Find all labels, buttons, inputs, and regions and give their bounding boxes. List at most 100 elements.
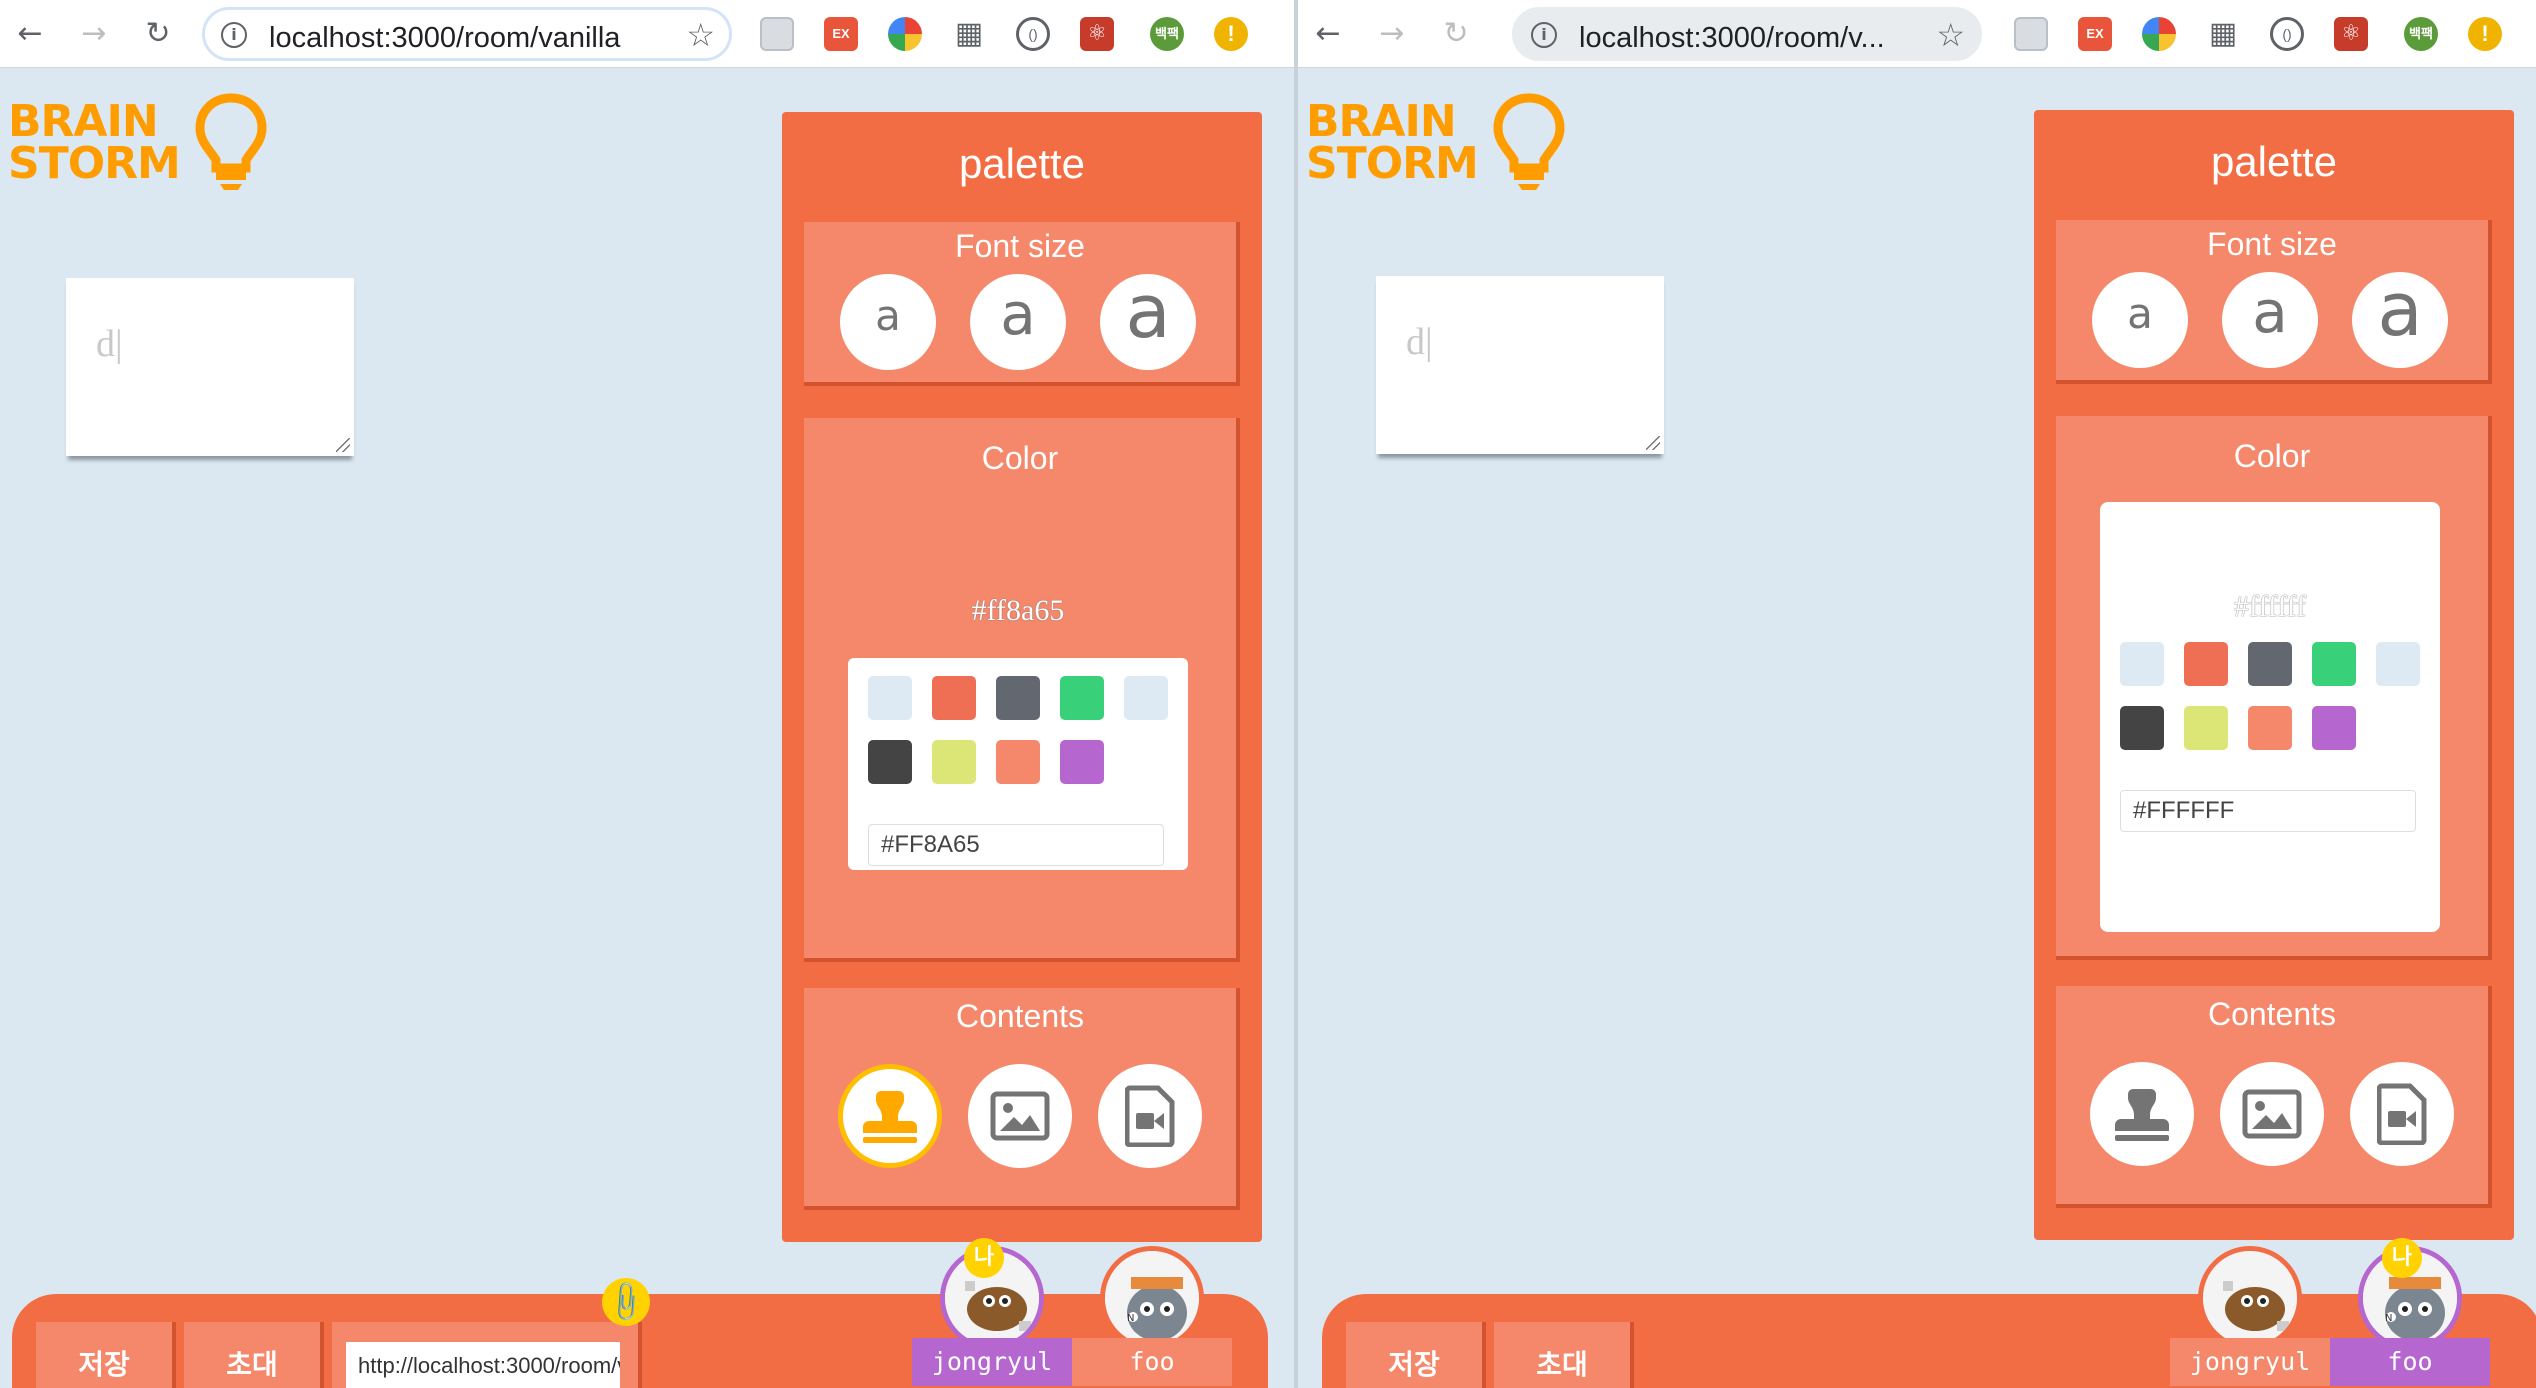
font-size-medium-button[interactable]: a: [970, 274, 1066, 370]
add-video-button[interactable]: [2350, 1062, 2454, 1166]
font-size-large-button[interactable]: a: [1100, 274, 1196, 370]
crop-extension-icon[interactable]: ▦: [952, 17, 986, 51]
brainstorm-logo: BRAIN STORM: [1306, 93, 1566, 192]
color-swatch[interactable]: [932, 740, 976, 784]
add-stamp-button[interactable]: [838, 1064, 942, 1168]
add-video-button[interactable]: [1098, 1064, 1202, 1168]
profile-avatar-icon[interactable]: 백팩: [2404, 17, 2438, 51]
invite-link-input[interactable]: http://localhost:3000/room/vanilla: [346, 1342, 620, 1388]
save-button[interactable]: 저장: [1346, 1322, 1486, 1388]
memo-text[interactable]: d|: [1406, 320, 1433, 364]
cast-extension-icon[interactable]: [2014, 17, 2048, 51]
invite-button[interactable]: 초대: [184, 1322, 324, 1388]
react-devtools-icon[interactable]: ⚛: [1080, 17, 1114, 51]
color-swatch[interactable]: [932, 676, 976, 720]
back-arrow-icon[interactable]: ←: [1308, 14, 1348, 54]
color-preview-hex: #ff8a65: [971, 594, 1065, 627]
user-badge[interactable]: jongryul: [2170, 1246, 2330, 1386]
font-size-medium-button[interactable]: a: [2222, 272, 2318, 368]
contents-title: Contents: [2207, 996, 2337, 1032]
forward-arrow-icon[interactable]: →: [74, 14, 114, 54]
user-name: jongryul: [912, 1338, 1072, 1386]
color-section: Color #ffffff #FFFFFF: [2056, 416, 2492, 960]
avatar[interactable]: N: [1100, 1246, 1204, 1350]
add-image-button[interactable]: [2220, 1062, 2324, 1166]
color-swatch[interactable]: [1060, 740, 1104, 784]
address-bar[interactable]: i localhost:3000/room/v... ☆: [1512, 7, 1982, 61]
color-swatch[interactable]: [868, 740, 912, 784]
forward-arrow-icon[interactable]: →: [1372, 14, 1412, 54]
palette-panel: palette Font size a a a Color #ff8a65 #FF8A65 Co…: [782, 112, 1262, 1242]
cast-extension-icon[interactable]: [760, 17, 794, 51]
color-picker-extension-icon[interactable]: [888, 17, 922, 51]
add-image-button[interactable]: [968, 1064, 1072, 1168]
user-badge[interactable]: jongryul 나: [912, 1238, 1072, 1386]
back-arrow-icon[interactable]: ←: [10, 14, 50, 54]
bookmark-star-icon[interactable]: ☆: [686, 16, 715, 54]
bookmark-star-icon[interactable]: ☆: [1936, 16, 1965, 54]
font-size-small-button[interactable]: a: [2092, 272, 2188, 368]
color-swatch-card: #FFFFFF: [2100, 632, 2440, 932]
color-swatch[interactable]: [1060, 676, 1104, 720]
memo-note[interactable]: d|: [66, 278, 354, 456]
color-title: Color: [2233, 438, 2311, 474]
ex-extension-icon[interactable]: EX: [2078, 17, 2112, 51]
user-badge[interactable]: Nfoo: [1072, 1246, 1232, 1386]
hex-color-input[interactable]: #FFFFFF: [2120, 790, 2416, 832]
user-badge[interactable]: Nfoo 나: [2330, 1238, 2490, 1386]
color-swatch[interactable]: [996, 740, 1040, 784]
avatar[interactable]: [2198, 1246, 2302, 1350]
site-info-icon[interactable]: i: [1531, 22, 1557, 48]
color-swatch[interactable]: [2120, 706, 2164, 750]
address-bar[interactable]: i localhost:3000/room/vanilla ☆: [202, 7, 732, 61]
react-devtools-icon[interactable]: ⚛: [2334, 17, 2368, 51]
font-size-large-button[interactable]: a: [2352, 272, 2448, 368]
color-swatch[interactable]: [2312, 642, 2356, 686]
address-url: localhost:3000/room/vanilla: [269, 22, 621, 54]
font-size-small-button[interactable]: a: [840, 274, 936, 370]
color-swatch[interactable]: [868, 676, 912, 720]
site-info-icon[interactable]: i: [221, 22, 247, 48]
save-button[interactable]: 저장: [36, 1322, 176, 1388]
color-swatch-card: #FF8A65: [848, 658, 1188, 870]
hex-color-input[interactable]: #FF8A65: [868, 824, 1164, 866]
color-section: Color #ff8a65 #FF8A65: [804, 418, 1240, 962]
color-title: Color: [981, 440, 1059, 476]
color-swatch[interactable]: [2248, 706, 2292, 750]
color-swatch[interactable]: [2120, 642, 2164, 686]
dev-extension-icon[interactable]: (): [1016, 17, 1050, 51]
update-alert-icon[interactable]: !: [1214, 17, 1248, 51]
me-badge: 나: [2382, 1238, 2422, 1278]
palette-title: palette: [2210, 138, 2338, 185]
update-alert-icon[interactable]: !: [2468, 17, 2502, 51]
crop-extension-icon[interactable]: ▦: [2206, 17, 2240, 51]
browser-toolbar: ← → ↻ i localhost:3000/room/v... ☆ EX ▦ () ⚛ 백팩!: [1298, 0, 2536, 68]
color-swatch[interactable]: [2248, 642, 2292, 686]
color-swatch[interactable]: [1124, 676, 1168, 720]
user-name: jongryul: [2170, 1338, 2330, 1386]
svg-text:N: N: [2385, 1313, 2392, 1324]
add-stamp-button[interactable]: [2090, 1062, 2194, 1166]
user-name: foo: [1072, 1338, 1232, 1386]
memo-note[interactable]: d|: [1376, 276, 1664, 454]
resize-grip-icon[interactable]: [1646, 436, 1660, 450]
palette-panel: palette Font size a a a Color #ffffff #FFFFFF Co…: [2034, 110, 2514, 1240]
color-swatch[interactable]: [2184, 642, 2228, 686]
color-swatch[interactable]: [2376, 642, 2420, 686]
reload-icon[interactable]: ↻: [138, 14, 178, 54]
color-picker-extension-icon[interactable]: [2142, 17, 2176, 51]
browser-window-left: ← → ↻ i localhost:3000/room/vanilla ☆ EX ▦ () ⚛ 백팩…: [0, 0, 1294, 1388]
color-swatch[interactable]: [2312, 706, 2356, 750]
reload-icon[interactable]: ↻: [1436, 14, 1476, 54]
color-swatch[interactable]: [996, 676, 1040, 720]
dev-extension-icon[interactable]: (): [2270, 17, 2304, 51]
font-size-title: Font size: [2207, 226, 2337, 262]
memo-text[interactable]: d|: [96, 322, 123, 366]
address-url: localhost:3000/room/v...: [1579, 22, 1885, 54]
font-size-section: Font size a a a: [2056, 220, 2492, 384]
resize-grip-icon[interactable]: [336, 438, 350, 452]
invite-button[interactable]: 초대: [1494, 1322, 1634, 1388]
color-swatch[interactable]: [2184, 706, 2228, 750]
ex-extension-icon[interactable]: EX: [824, 17, 858, 51]
profile-avatar-icon[interactable]: 백팩: [1150, 17, 1184, 51]
